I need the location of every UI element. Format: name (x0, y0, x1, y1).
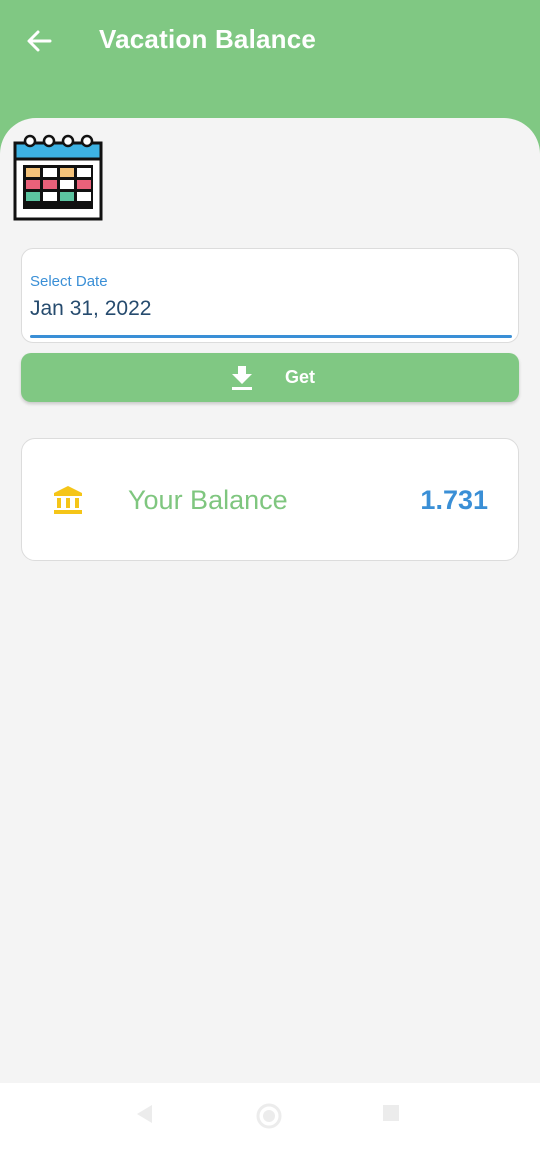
get-button[interactable]: Get (21, 353, 519, 402)
bank-icon (54, 486, 82, 514)
system-nav-bar (0, 1083, 540, 1149)
back-arrow-icon[interactable] (24, 26, 54, 56)
balance-value: 1.731 (420, 485, 488, 515)
download-icon (232, 366, 252, 390)
nav-home-icon[interactable] (256, 1103, 282, 1129)
select-date-label: Select Date (30, 273, 108, 290)
field-underline (30, 335, 512, 338)
calendar-icon (13, 134, 103, 221)
nav-back-icon[interactable] (134, 1103, 154, 1125)
nav-recents-icon[interactable] (381, 1103, 401, 1123)
select-date-value[interactable]: Jan 31, 2022 (30, 297, 151, 321)
select-date-field[interactable]: Select Date Jan 31, 2022 (21, 248, 519, 343)
balance-card: Your Balance 1.731 (21, 438, 519, 561)
page-title: Vacation Balance (99, 24, 317, 54)
balance-label: Your Balance (128, 485, 288, 515)
get-button-label: Get (285, 367, 316, 387)
